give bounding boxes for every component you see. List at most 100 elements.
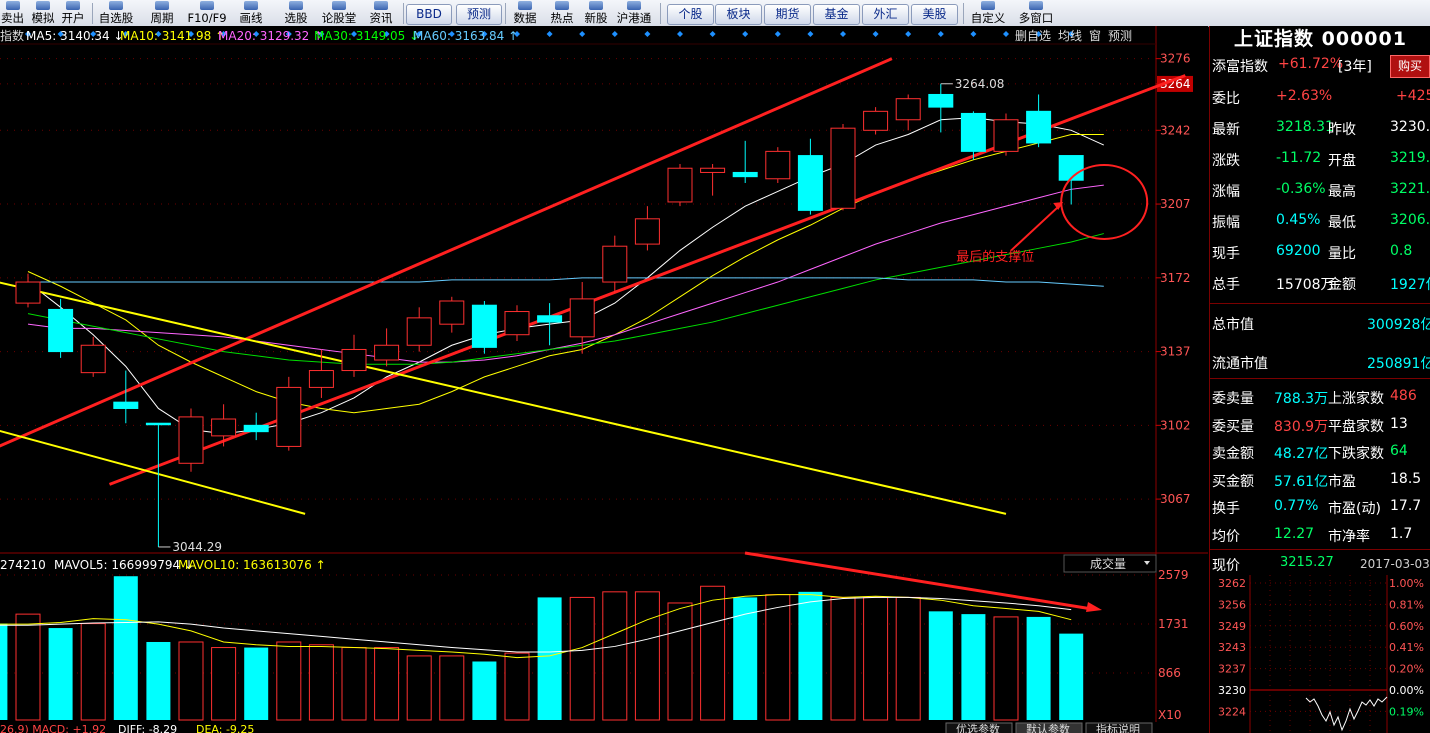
chart-tab-0[interactable]: 删自选 xyxy=(1015,29,1051,43)
toolbar-btn-7-icon xyxy=(289,1,303,10)
candle-up xyxy=(602,245,628,283)
quote-label-2: 开盘 xyxy=(1328,153,1356,169)
volume-bar-down xyxy=(928,611,953,720)
kline-chart: 327632643242320731723137310230673264.083… xyxy=(0,26,1208,733)
toolbar-btn-0-icon xyxy=(5,1,20,10)
volume-bar-down xyxy=(146,641,171,720)
bottom-tab-label-0: 优选参数 xyxy=(956,722,1000,733)
ma-legend-1: MA10: 3141.98 ↑ xyxy=(120,29,225,43)
toolbar-btn-2[interactable]: 开户 xyxy=(58,0,88,26)
quote-value: 12.27 xyxy=(1274,526,1315,542)
market-tab-5[interactable]: 美股 xyxy=(911,4,958,25)
quote-label: 委买量 xyxy=(1212,418,1254,435)
tab-forecast[interactable]: 预测 xyxy=(456,4,502,25)
tianfu-period: [3年] xyxy=(1338,59,1372,75)
candle-up xyxy=(700,167,726,173)
chart-tab-3[interactable]: 预测 xyxy=(1108,29,1132,43)
quote-label-2: 市净率 xyxy=(1328,529,1370,545)
quote-label: 涨幅 xyxy=(1212,184,1240,200)
intraday-right-tick: 0.81% xyxy=(1389,598,1424,611)
quote-value-2: 1.7 xyxy=(1390,526,1413,542)
toolbar-btn-2-icon xyxy=(66,1,80,10)
diff-text: DIFF: -8.29 xyxy=(118,723,177,733)
chart-tab-1[interactable]: 均线 xyxy=(1058,29,1082,43)
toolbar-label: 选股 xyxy=(284,11,308,25)
candle-down xyxy=(145,422,171,426)
toolbar-btn-4[interactable]: 周期 xyxy=(145,0,179,26)
volume-bar-down xyxy=(113,576,138,720)
candle-up xyxy=(439,300,465,325)
toolbar-mid-btn-1[interactable]: 热点 xyxy=(547,0,577,26)
intraday-left-tick: 3262 xyxy=(1218,577,1246,590)
volume-tick-label: 866 xyxy=(1158,666,1181,680)
volume-bar-down xyxy=(48,628,73,720)
intraday-right-tick: 0.41% xyxy=(1389,641,1424,654)
candle-up xyxy=(863,110,889,131)
toolbar-btn-6[interactable]: 画线 xyxy=(233,0,269,26)
toolbar-btn-9[interactable]: 资讯 xyxy=(366,0,396,26)
buy-button[interactable]: 购买 xyxy=(1390,55,1430,78)
quote-label: 换手 xyxy=(1212,501,1240,518)
quote-value-2: 3206.8 xyxy=(1390,212,1430,228)
toolbar-label: 卖出 xyxy=(1,11,24,25)
chart-tab-2[interactable]: 窗 xyxy=(1089,29,1101,43)
quote-label-2: 市盈 xyxy=(1328,473,1356,490)
quote-row: 最新 3218.31昨收 3230.0 xyxy=(1210,117,1430,138)
toolbar-btn-1[interactable]: 模拟 xyxy=(29,0,57,26)
quote-label-2: 最低 xyxy=(1328,215,1356,231)
toolbar-btn-0[interactable]: 卖出 xyxy=(0,0,25,26)
toolbar-btn-8[interactable]: 论股堂 xyxy=(317,0,361,26)
quote-label-2: 金额 xyxy=(1328,277,1356,293)
candle-down xyxy=(48,308,74,353)
price-tick-label: 3067 xyxy=(1160,492,1191,506)
toolbar-label: 开户 xyxy=(61,11,85,25)
toolbar-btn-4-icon xyxy=(155,1,169,10)
quote-value-2: 3230.0 xyxy=(1390,119,1430,135)
toolbar-mid-btn-0[interactable]: 数据 xyxy=(508,0,542,26)
market-tab-3[interactable]: 基金 xyxy=(813,4,860,25)
volume-bar-up xyxy=(341,647,367,721)
toolbar-mid-btn-3[interactable]: 沪港通 xyxy=(613,0,655,26)
volume-bar-up xyxy=(993,616,1019,721)
volume-bar-down xyxy=(798,591,823,720)
toolbar-label: F10/F9 xyxy=(187,11,227,25)
toolbar-btn-7[interactable]: 选股 xyxy=(280,0,312,26)
quote-value: -0.36% xyxy=(1276,181,1326,197)
float-row: 流通市值 250891亿 xyxy=(1210,351,1430,372)
toolbar-divider xyxy=(660,3,661,24)
quote-row: 总手 15708万金额 1927亿 xyxy=(1210,272,1430,293)
tab-bbd[interactable]: BBD xyxy=(406,4,452,25)
quote-label-2: 最高 xyxy=(1328,184,1356,200)
multiwindow-button[interactable]: 多窗口 xyxy=(1013,0,1059,26)
volume-tick-label: X10 xyxy=(1158,708,1182,722)
market-tab-0[interactable]: 个股 xyxy=(667,4,714,25)
toolbar-btn-5[interactable]: F10/F9 xyxy=(185,0,229,26)
float-label: 流通市值 xyxy=(1212,356,1268,372)
market-tab-1[interactable]: 板块 xyxy=(715,4,762,25)
volume-bar-up xyxy=(178,641,204,721)
candle-up xyxy=(374,344,400,361)
candle-up xyxy=(406,317,432,346)
toolbar-divider xyxy=(963,3,964,24)
volume-tick-label: 2579 xyxy=(1158,568,1189,582)
toolbar-label: 模拟 xyxy=(31,11,55,25)
custom-button[interactable]: 自定义 xyxy=(966,0,1010,26)
candle-down xyxy=(1058,155,1084,181)
quote-value: 830.9万 xyxy=(1274,418,1329,435)
toolbar-mid-btn-3-icon xyxy=(627,1,641,10)
quote-label-2: 昨收 xyxy=(1328,122,1356,138)
toolbar-label: 资讯 xyxy=(369,11,393,25)
quote-value: 15708万 xyxy=(1276,277,1335,293)
toolbar-mid-btn-2[interactable]: 新股 xyxy=(581,0,611,26)
volume-bar-up xyxy=(667,602,693,721)
market-tab-4[interactable]: 外汇 xyxy=(862,4,909,25)
toolbar-btn-3[interactable]: 自选股 xyxy=(95,0,137,26)
candle-down xyxy=(732,171,758,178)
intraday-chart: 3262 1.00% 3256 0.81% 3249 0.60% 3243 0.41% 3237… xyxy=(1210,575,1430,733)
market-tab-2[interactable]: 期货 xyxy=(764,4,811,25)
mavol5-legend: MAVOL5: 166999794 ↓ xyxy=(54,558,194,572)
quote-value-2: 18.5 xyxy=(1390,470,1422,487)
candle-up xyxy=(895,98,921,121)
volume-bar-up xyxy=(439,655,465,721)
quote-panel: 上证指数 000001 添富指数 +61.72% [3年] 购买 委比 +2.63… xyxy=(1209,26,1430,733)
